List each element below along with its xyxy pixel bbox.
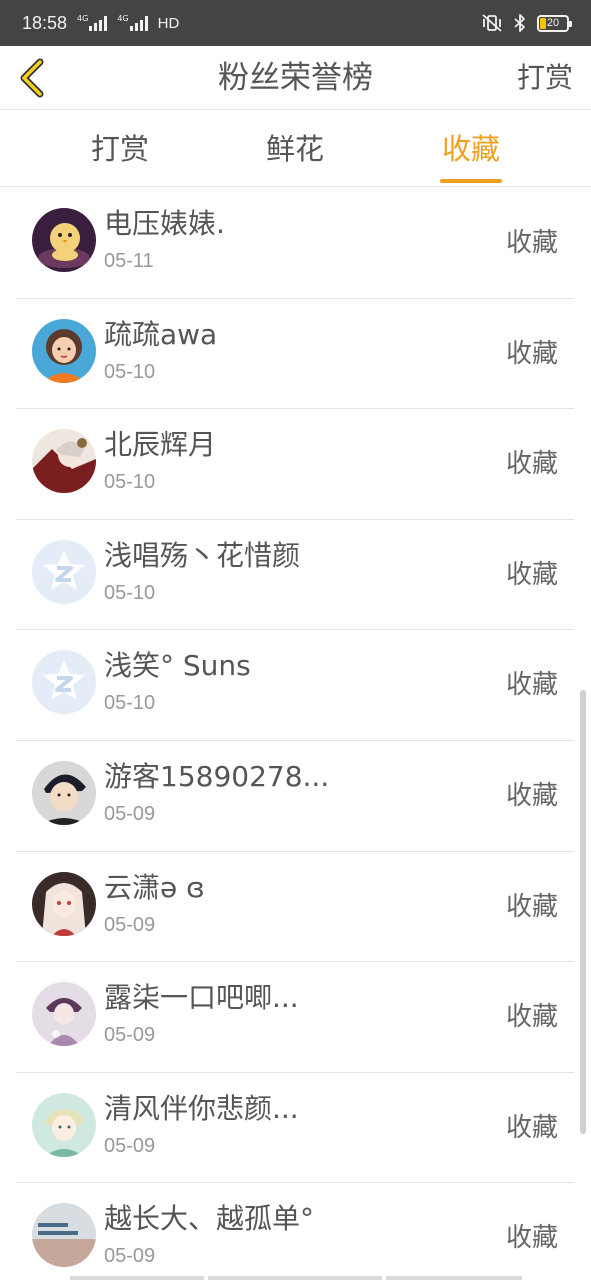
user-name: 游客15890278... bbox=[104, 759, 330, 793]
list-item[interactable]: 游客15890278... 05-09 收藏 bbox=[16, 741, 574, 852]
nav-bar: 粉丝荣誉榜 打赏 bbox=[0, 46, 591, 110]
anime-boy-avatar-icon bbox=[32, 1092, 96, 1157]
chick-avatar-icon bbox=[32, 208, 96, 272]
tab-reward[interactable]: 打赏 bbox=[60, 111, 180, 187]
avatar[interactable] bbox=[32, 982, 96, 1047]
signal-icon: 4G bbox=[77, 14, 108, 31]
network-tag-2: 4G bbox=[117, 14, 129, 23]
row-date: 05-11 bbox=[104, 250, 154, 272]
user-name: 清风伴你悲颜... bbox=[104, 1091, 299, 1125]
mute-vibrate-icon bbox=[482, 14, 502, 32]
row-action: 收藏 bbox=[505, 1002, 558, 1033]
user-name: 浅唱殇丶花惜颜 bbox=[104, 538, 301, 572]
boy-avatar-icon bbox=[32, 760, 96, 825]
row-date: 05-09 bbox=[104, 913, 156, 936]
avatar[interactable] bbox=[32, 429, 96, 494]
user-name: 电压婊婊. bbox=[104, 207, 225, 240]
row-date: 05-10 bbox=[104, 581, 156, 604]
user-name: 疏疏awa bbox=[104, 317, 218, 351]
network-tag: 4G bbox=[77, 14, 89, 23]
avatar[interactable] bbox=[32, 539, 96, 604]
row-action: 收藏 bbox=[505, 449, 558, 480]
row-date: 05-09 bbox=[104, 1134, 156, 1157]
list-item[interactable]: 清风伴你悲颜... 05-09 收藏 bbox=[16, 1073, 574, 1184]
user-name: 浅笑° Suns bbox=[104, 649, 251, 683]
avatar[interactable] bbox=[32, 760, 96, 825]
list-item[interactable]: 北辰辉月 05-10 收藏 bbox=[16, 409, 574, 520]
girl-avatar-icon bbox=[32, 318, 96, 383]
user-name: 北辰辉月 bbox=[104, 428, 217, 462]
doll-avatar-icon bbox=[32, 982, 96, 1047]
scrollbar[interactable] bbox=[580, 690, 586, 1134]
list-item[interactable]: 露柒一口吧唧... 05-09 收藏 bbox=[16, 962, 574, 1073]
status-bar: 18:58 4G 4G HD 20 bbox=[0, 0, 591, 46]
text-avatar-icon bbox=[32, 1203, 96, 1268]
reward-button[interactable]: 打赏 bbox=[517, 56, 573, 100]
battery-level: 20 bbox=[546, 17, 560, 29]
avatar[interactable] bbox=[32, 1092, 96, 1157]
list-item[interactable]: 云潇ə ɞ 05-09 收藏 bbox=[16, 852, 574, 963]
signal-icon-2: 4G bbox=[117, 14, 148, 31]
list-item[interactable]: 越长大、越孤单° 05-09 收藏 bbox=[16, 1183, 574, 1280]
tab-flowers[interactable]: 鲜花 bbox=[235, 111, 355, 187]
row-date: 05-09 bbox=[104, 1024, 156, 1047]
row-date: 05-09 bbox=[104, 1245, 156, 1268]
row-date: 05-09 bbox=[104, 802, 156, 825]
row-action: 收藏 bbox=[505, 338, 558, 369]
row-action: 收藏 bbox=[505, 780, 558, 811]
row-action: 收藏 bbox=[505, 1112, 558, 1143]
hd-indicator: HD bbox=[157, 14, 180, 32]
avatar[interactable] bbox=[32, 1203, 96, 1268]
row-action: 收藏 bbox=[505, 559, 558, 590]
row-action: 收藏 bbox=[505, 1223, 558, 1254]
bottom-indicator bbox=[0, 1276, 591, 1280]
list-item[interactable]: 电压婊婊. 05-11 收藏 bbox=[16, 188, 574, 299]
row-action: 收藏 bbox=[505, 670, 558, 701]
default-avatar-icon bbox=[32, 650, 96, 715]
avatar[interactable] bbox=[32, 318, 96, 383]
tab-favorites[interactable]: 收藏 bbox=[411, 111, 531, 187]
page-title: 粉丝荣誉榜 bbox=[218, 60, 373, 96]
status-right: 20 bbox=[481, 13, 572, 33]
row-date: 05-10 bbox=[104, 692, 156, 715]
fan-list: 电压婊婊. 05-11 收藏 疏疏awa 05-10 收藏 北辰辉月 05-10… bbox=[16, 188, 574, 1280]
row-action: 收藏 bbox=[505, 228, 558, 258]
anime-girl-avatar-icon bbox=[32, 871, 96, 936]
user-name: 越长大、越孤单° bbox=[104, 1202, 315, 1236]
default-avatar-icon bbox=[32, 539, 96, 604]
avatar[interactable] bbox=[32, 650, 96, 715]
user-name: 露柒一口吧唧... bbox=[104, 981, 299, 1015]
tab-bar: 打赏 鲜花 收藏 bbox=[0, 111, 591, 187]
anime-avatar-icon bbox=[32, 429, 96, 494]
row-date: 05-10 bbox=[104, 471, 156, 494]
row-action: 收藏 bbox=[505, 891, 558, 922]
status-time: 18:58 bbox=[22, 12, 68, 33]
avatar[interactable] bbox=[32, 208, 96, 272]
list-item[interactable]: 浅笑° Suns 05-10 收藏 bbox=[16, 630, 574, 741]
list-item[interactable]: 疏疏awa 05-10 收藏 bbox=[16, 299, 574, 410]
battery-icon: 20 bbox=[537, 14, 572, 32]
user-name: 云潇ə ɞ bbox=[104, 870, 205, 904]
status-left: 18:58 4G 4G HD bbox=[22, 13, 179, 34]
avatar[interactable] bbox=[32, 871, 96, 936]
row-date: 05-10 bbox=[104, 360, 156, 383]
list-item[interactable]: 浅唱殇丶花惜颜 05-10 收藏 bbox=[16, 520, 574, 631]
bluetooth-icon bbox=[514, 14, 525, 32]
